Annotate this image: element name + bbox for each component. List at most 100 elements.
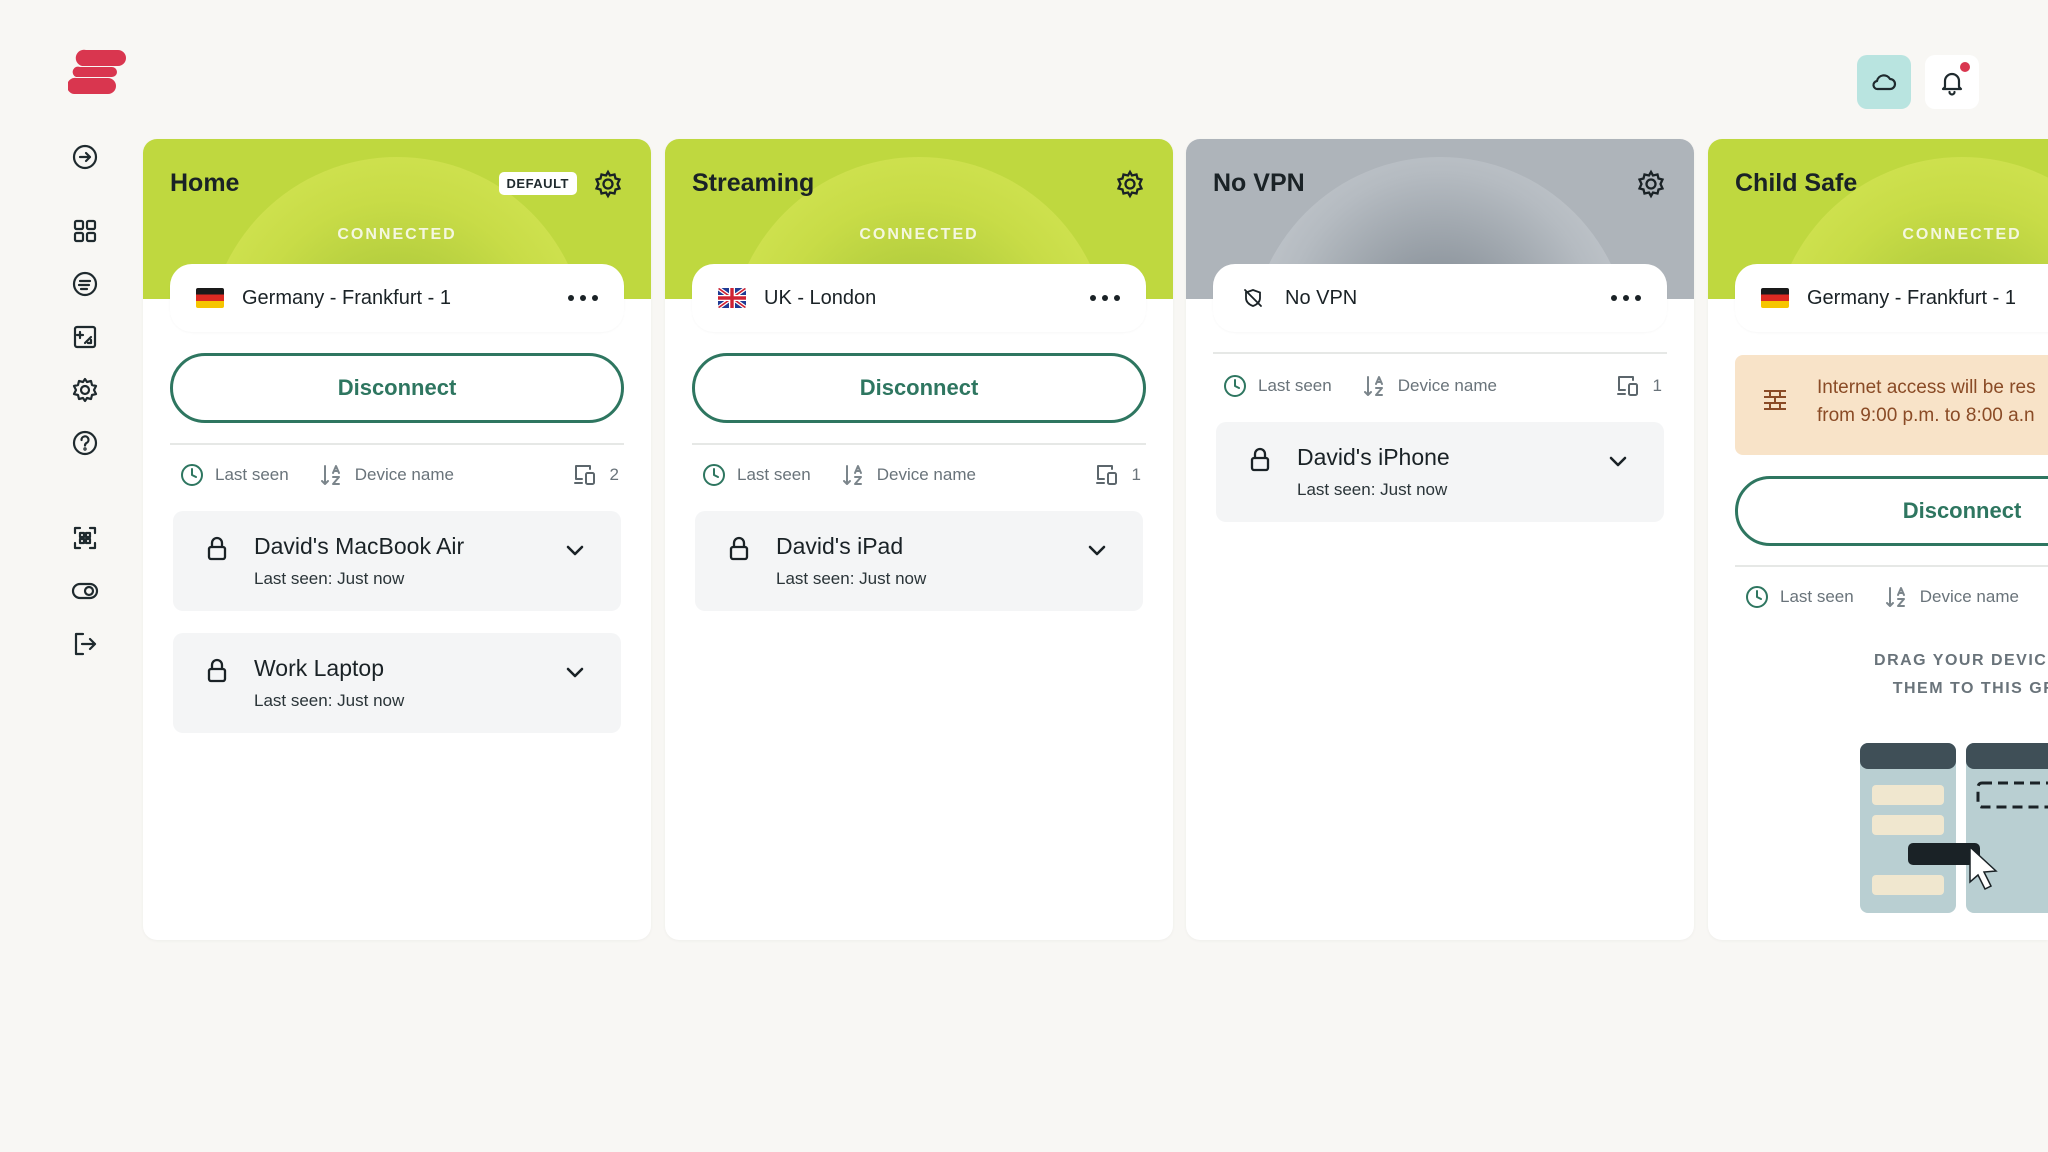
device-count: 1 <box>1615 373 1662 399</box>
sort-device-name[interactable]: Device name <box>1362 373 1497 399</box>
location-selector[interactable]: No VPN <box>1213 264 1667 332</box>
connection-status: CONNECTED <box>859 226 979 243</box>
gear-icon <box>594 169 622 199</box>
expand-button[interactable] <box>1083 537 1111 565</box>
expand-button[interactable] <box>1604 448 1632 476</box>
sort-alpha-icon <box>320 465 340 485</box>
sort-alpha-icon <box>842 465 862 485</box>
connect-icon <box>72 144 98 170</box>
disconnect-button[interactable]: Disconnect <box>170 353 624 423</box>
group-settings-button[interactable] <box>593 169 623 199</box>
device-last-seen: Last seen: Just now <box>776 569 927 588</box>
sort-last-seen[interactable]: Last seen <box>1744 584 1854 610</box>
group-title: Child Safe <box>1735 169 1858 197</box>
sort-alpha-icon <box>1363 376 1383 396</box>
notice-line: from 9:00 p.m. to 8:00 a.n <box>1817 405 2035 426</box>
more-options-button[interactable] <box>1090 286 1120 310</box>
clock-icon <box>181 464 203 486</box>
sort-last-seen[interactable]: Last seen <box>701 462 811 488</box>
sidebar-item-qr-scan[interactable] <box>64 517 106 559</box>
clock-icon <box>1224 375 1246 397</box>
devices-icon <box>573 465 595 485</box>
location-name: Germany - Frankfurt - 1 <box>242 286 451 309</box>
germany-flag-icon <box>196 288 224 308</box>
device-count: 1 <box>1094 462 1141 488</box>
sidebar-item-connect[interactable] <box>64 136 106 178</box>
group-card-home: Home DEFAULT CONNECTED Germany - Frankfu… <box>143 139 651 940</box>
group-title: No VPN <box>1213 169 1305 197</box>
group-settings-button[interactable] <box>1636 169 1666 199</box>
expand-button[interactable] <box>561 659 589 687</box>
drag-devices-hint: DRAG YOUR DEVICES TC THEM TO THIS GROU <box>1768 647 2048 703</box>
notification-dot <box>1960 62 1970 72</box>
sidebar-item-apps[interactable] <box>64 210 106 252</box>
notice-line: Internet access will be res <box>1817 377 2036 398</box>
device-row[interactable]: David's MacBook Air Last seen: Just now <box>173 511 621 611</box>
disconnect-button[interactable]: Disconnect <box>692 353 1146 423</box>
device-last-seen: Last seen: Just now <box>254 569 405 588</box>
gear-icon <box>1116 169 1144 199</box>
sign-out-icon <box>74 632 97 656</box>
settings-icon <box>72 377 98 403</box>
divider <box>692 443 1146 445</box>
divider <box>1735 565 2048 567</box>
device-row[interactable]: Work Laptop Last seen: Just now <box>173 633 621 733</box>
disconnect-button[interactable]: Disconnect <box>1735 476 2048 546</box>
sidebar-item-toggle[interactable] <box>64 570 106 612</box>
sort-device-name[interactable]: Device name <box>1884 584 2019 610</box>
divider <box>170 443 624 445</box>
sidebar-item-help[interactable] <box>64 422 106 464</box>
location-selector[interactable]: Germany - Frankfurt - 1 <box>1735 264 2048 332</box>
device-row[interactable]: David's iPad Last seen: Just now <box>695 511 1143 611</box>
sort-last-seen[interactable]: Last seen <box>1222 373 1332 399</box>
connection-status: CONNECTED <box>337 226 457 243</box>
group-card-child-safe: Child Safe CONNECTED Germany - Frankfurt… <box>1708 139 2048 940</box>
chevron-down-icon <box>566 545 584 556</box>
location-name: UK - London <box>764 286 877 309</box>
devices-icon <box>1095 465 1117 485</box>
cloud-button[interactable] <box>1857 55 1911 109</box>
drag-illustration <box>1860 743 2048 913</box>
lock-icon <box>203 535 231 563</box>
chevron-down-icon <box>1088 545 1106 556</box>
device-count-value: 1 <box>1131 465 1141 484</box>
sort-device-name[interactable]: Device name <box>841 462 976 488</box>
location-selector[interactable]: UK - London <box>692 264 1146 332</box>
clock-icon <box>1746 586 1768 608</box>
add-device-icon <box>73 325 97 349</box>
sort-last-seen-label: Last seen <box>1258 376 1332 395</box>
chevron-down-icon <box>566 667 584 678</box>
expand-button[interactable] <box>561 537 589 565</box>
device-count-value: 2 <box>609 465 619 484</box>
device-row[interactable]: David's iPhone Last seen: Just now <box>1216 422 1664 522</box>
lock-icon <box>1246 446 1274 474</box>
sidebar-item-settings[interactable] <box>64 369 106 411</box>
group-title: Home <box>170 169 240 197</box>
sidebar-item-sign-out[interactable] <box>64 623 106 665</box>
sort-device-name-label: Device name <box>876 465 976 484</box>
location-name: No VPN <box>1285 286 1358 309</box>
logo-icon <box>66 49 126 94</box>
default-badge: DEFAULT <box>498 172 577 195</box>
sidebar-item-speed[interactable] <box>64 263 106 305</box>
connection-status: CONNECTED <box>1902 226 2022 243</box>
group-settings-button[interactable] <box>1115 169 1145 199</box>
more-options-button[interactable] <box>1611 286 1641 310</box>
location-selector[interactable]: Germany - Frankfurt - 1 <box>170 264 624 332</box>
qr-scan-icon <box>73 526 97 550</box>
device-last-seen: Last seen: Just now <box>1297 480 1448 499</box>
notice-text: Internet access will be res from 9:00 p.… <box>1817 374 2036 430</box>
sort-device-name[interactable]: Device name <box>319 462 454 488</box>
firewall-icon <box>1764 390 1786 410</box>
germany-flag-icon <box>1761 288 1789 308</box>
toggle-icon <box>71 582 99 600</box>
sidebar-item-add-device[interactable] <box>64 316 106 358</box>
more-options-button[interactable] <box>568 286 598 310</box>
device-last-seen: Last seen: Just now <box>254 691 405 710</box>
notifications-button[interactable] <box>1925 55 1979 109</box>
group-card-streaming: Streaming CONNECTED UK - London Disconne… <box>665 139 1173 940</box>
no-vpn-shield-icon <box>1239 288 1267 308</box>
device-name: David's iPhone <box>1297 444 1450 470</box>
divider <box>1213 352 1667 354</box>
sort-last-seen[interactable]: Last seen <box>179 462 289 488</box>
